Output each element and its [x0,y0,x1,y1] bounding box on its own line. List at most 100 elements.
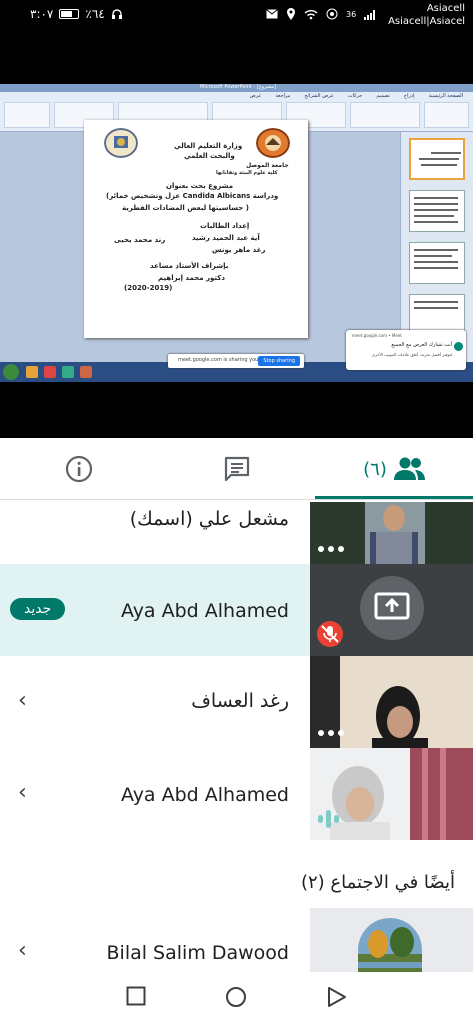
location-icon [287,8,295,20]
thumb-text-line [414,267,458,269]
student-3: رغد ماهر يونس [212,246,266,254]
participant-video [310,502,473,564]
people-count: (٦) [363,458,387,480]
battery-icon [59,9,80,19]
ribbon-group [350,102,420,128]
status-bar: ٣:٠٧ ٪٦٤ 36 Asiacell Asiacell|Asiacel [0,0,473,32]
recents-icon[interactable] [126,986,146,1006]
ribbon-group [4,102,50,128]
more-options-dots-icon[interactable] [318,730,344,736]
clock: ٣:٠٧ [30,7,54,21]
ppt-window-title: Microsoft PowerPoint - [مشروع] [200,84,277,90]
project-title-line-1: (عزل وتشخيص خمائر Candida Albicans ودراس… [106,192,279,200]
avatar [358,918,422,972]
student-2: رند محمد يحيى [114,236,166,244]
ribbon-tab: حركات [347,93,363,99]
ministry-line-2: والبحث العلمي [184,152,235,160]
students-heading: إعداد الطالبات [200,222,250,230]
info-icon [65,455,93,483]
present-screen-icon [374,592,410,620]
audio-level-icon [318,810,339,828]
participant-name: Aya Abd Alhamed [120,784,289,806]
supervisor-heading: بإشراف الأستاذ مساعد [150,262,229,270]
student-1: آية عبد الحميد رشيد [192,234,260,242]
chevron-left-icon[interactable]: ‹ [18,938,27,963]
headphones-icon [111,9,122,19]
meet-notification[interactable]: meet.google.com • Meet أنت تشارك العرض م… [346,330,466,370]
gmail-icon [266,9,278,19]
chevron-left-icon[interactable]: ‹ [18,688,27,713]
slide-thumbnail [409,138,465,180]
network-type: 36 [346,9,357,19]
thumb-text-line [421,164,457,166]
participant-presenting-tile [310,564,473,656]
slide-thumbnail [409,190,465,232]
participant-video-tile [310,748,473,840]
wifi-icon [304,9,318,19]
meet-icon [454,342,463,351]
project-title-line-2: حساسيتها لبعض المضادات الفطرية ) [122,204,249,212]
status-left: ٣:٠٧ ٪٦٤ [30,7,123,21]
ppt-ribbon-tabs: عرض مراجعة عرض الشرائح حركات تصميم إدراج… [250,93,463,99]
university-line-1: جامعة الموصل [246,162,289,169]
thumb-text-line [414,249,458,251]
ribbon-tab: تصميم [376,93,390,99]
signal-icon [364,9,376,20]
status-icons: 36 [266,8,378,20]
notification-title: meet.google.com • Meet [352,333,402,338]
thumb-text-line [414,209,458,211]
carrier-line-1: Asiacell [426,3,465,14]
participant-name: مشعل علي (اسمك) [129,508,289,530]
tab-chat[interactable] [158,438,316,500]
thumb-text-line [414,301,458,303]
thumb-text-line [414,203,458,205]
ribbon-tab: إدراج [403,93,415,99]
home-icon[interactable] [225,986,247,1008]
ribbon-tab: عرض [249,93,262,99]
tab-info[interactable] [0,438,158,500]
participant-name: رغد العساف [191,690,289,712]
new-badge: جديد [10,598,66,620]
university-logo [256,128,290,158]
ribbon-tab: مراجعة [275,93,291,99]
tab-people[interactable]: (٦) [315,438,473,500]
mic-muted-icon [317,621,343,647]
notification-line-1: أنت تشارك العرض مع الجميع [391,342,452,348]
back-icon[interactable] [327,986,347,1008]
also-in-meeting-header: أيضًا في الاجتماع (٢) [300,872,455,893]
participant-name: Aya Abd Alhamed [120,600,289,622]
slide-thumbnails [400,132,473,362]
participant-name: Bilal Salim Dawood [106,942,290,964]
phone-screen: ٣:٠٧ ٪٦٤ 36 Asiacell Asiacell|Asiacel Mi… [0,0,473,1024]
stop-sharing-button[interactable]: Stop sharing [258,356,300,366]
thumb-text-line [414,261,458,263]
carrier-name: Asiacell Asiacell|Asiacel [388,2,465,28]
thumb-text-line [414,221,458,223]
chevron-left-icon[interactable]: ‹ [18,780,27,805]
ppt-titlebar: Microsoft PowerPoint - [مشروع] [0,84,473,92]
thumb-text-line [414,197,458,199]
carrier-line-2: Asiacell|Asiacel [388,16,465,27]
thumb-text-line [414,307,458,309]
participant-video-tile [310,502,473,564]
screen-sharing-bar: meet.google.com is sharing your screen. … [168,354,304,368]
ribbon-group [424,102,469,128]
participant-video-tile [310,656,473,748]
active-tab-indicator [315,496,473,499]
ministry-logo [104,128,138,158]
hotspot-icon [326,8,338,20]
year-range: (2020-2019) [124,284,173,292]
android-navigation-bar [0,972,473,1024]
side-panel-tabs: (٦) [0,438,473,500]
more-options-dots-icon[interactable] [318,546,344,552]
people-icon [393,457,425,480]
current-slide: وزارة التعليم العالي والبحث العلمي جامعة… [84,120,308,338]
notification-line-2: لتوفير أفضل تجربة، أغلق علامات التبويب ا… [371,352,452,357]
presentation-view[interactable]: Microsoft PowerPoint - [مشروع] عرض مراجع… [0,32,473,438]
slide-thumbnail [409,242,465,284]
ribbon-tab: الصفحة الرئيسية [428,93,464,99]
ribbon-tab: عرض الشرائح [304,93,334,99]
university-line-2: كلية علوم البيئة وتقاناتها [216,170,278,176]
thumb-text-line [431,152,461,154]
project-heading: مشروع بحث بعنوان [166,182,234,190]
